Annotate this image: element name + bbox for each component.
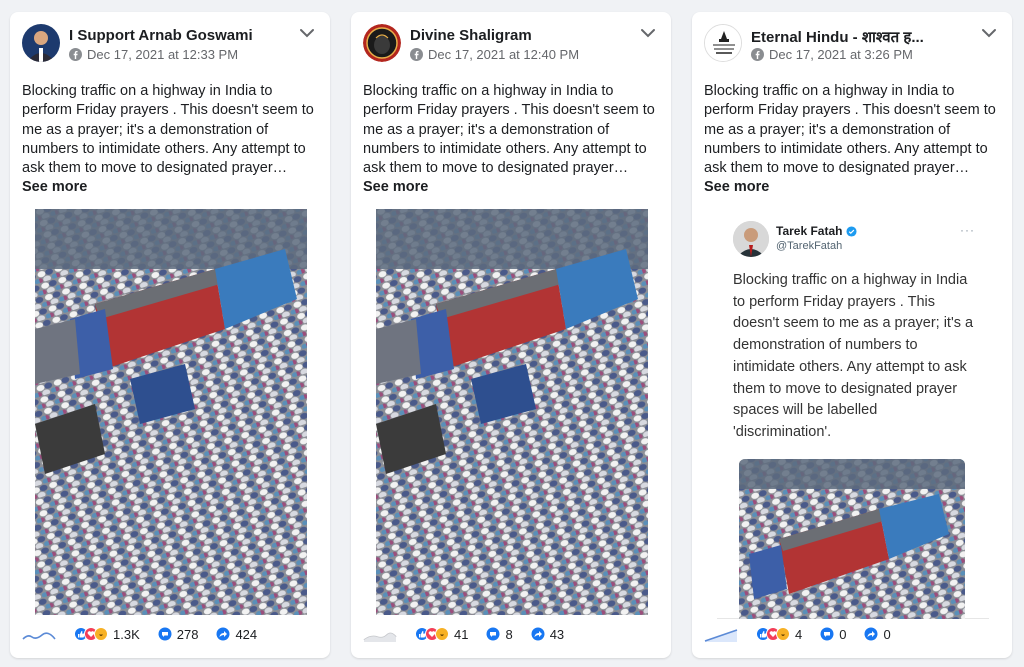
reactions-count: 41 <box>454 626 469 642</box>
reactions-count: 1.3K <box>113 626 140 642</box>
post-body: Blocking traffic on a highway in India t… <box>363 83 655 177</box>
post-timestamp[interactable]: Dec 17, 2021 at 3:26 PM <box>769 47 913 62</box>
post-card: Eternal Hindu - शाश्वत ह... Dec 17, 2021… <box>692 12 1012 658</box>
see-more-link[interactable]: See more <box>363 178 661 197</box>
reactions-stat[interactable]: 4 <box>756 627 802 642</box>
shares-stat[interactable]: 424 <box>216 627 257 642</box>
see-more-link[interactable]: See more <box>704 178 1002 197</box>
haha-icon <box>776 627 790 641</box>
sparkline-icon <box>22 632 56 640</box>
chevron-down-icon[interactable] <box>639 26 657 40</box>
page-avatar[interactable] <box>704 24 742 62</box>
post-meta: Dec 17, 2021 at 12:33 PM <box>69 47 238 62</box>
tweet-author-label: Tarek Fatah <box>776 224 843 238</box>
comment-bubble-icon <box>820 627 834 641</box>
tweet-author-avatar[interactable] <box>733 221 769 257</box>
post-text: Blocking traffic on a highway in India t… <box>363 82 661 198</box>
shares-stat[interactable]: 0 <box>864 626 891 642</box>
comments-count: 278 <box>176 626 199 642</box>
facebook-icon <box>410 48 423 61</box>
post-meta: Dec 17, 2021 at 3:26 PM <box>751 47 913 62</box>
chevron-down-icon[interactable] <box>980 26 998 40</box>
facebook-icon <box>69 48 82 61</box>
tweet-author-name[interactable]: Tarek Fatah <box>776 224 858 238</box>
comments-stat[interactable]: 8 <box>486 626 513 642</box>
chevron-down-icon[interactable] <box>298 26 316 40</box>
haha-icon <box>435 627 449 641</box>
share-arrow-icon <box>216 627 230 641</box>
post-timestamp[interactable]: Dec 17, 2021 at 12:40 PM <box>428 47 579 62</box>
like-love-haha-icons <box>74 627 108 641</box>
page-name[interactable]: Eternal Hindu - शाश्वत ह... <box>751 27 974 47</box>
comments-count: 8 <box>505 626 513 642</box>
page-avatar[interactable] <box>22 24 60 62</box>
verified-badge-icon <box>846 225 858 237</box>
see-more-link[interactable]: See more <box>22 178 320 197</box>
share-arrow-icon <box>864 627 878 641</box>
comment-bubble-icon <box>486 627 500 641</box>
comments-count: 0 <box>839 626 847 642</box>
post-text: Blocking traffic on a highway in India t… <box>22 82 320 198</box>
comment-bubble-icon <box>158 627 172 641</box>
reactions-stat[interactable]: 1.3K <box>74 627 140 642</box>
page-name[interactable]: Divine Shaligram <box>410 27 633 44</box>
post-photo[interactable] <box>376 209 648 615</box>
shares-stat[interactable]: 43 <box>531 627 564 642</box>
post-card: Divine Shaligram Dec 17, 2021 at 12:40 P… <box>351 12 671 658</box>
post-header: Eternal Hindu - शाश्वत ह... Dec 17, 2021… <box>704 24 1000 64</box>
post-card: I Support Arnab Goswami Dec 17, 2021 at … <box>10 12 330 658</box>
comments-stat[interactable]: 278 <box>158 626 199 642</box>
shares-count: 0 <box>883 626 891 642</box>
reactions-stat[interactable]: 41 <box>415 627 468 642</box>
tweet-author-handle[interactable]: @TarekFatah <box>776 240 842 252</box>
like-love-haha-icons <box>756 627 790 641</box>
post-text: Blocking traffic on a highway in India t… <box>704 82 1002 198</box>
tweet-text: Blocking traffic on a highway in India t… <box>733 272 974 440</box>
reactions-count: 4 <box>795 626 803 642</box>
share-arrow-icon <box>531 627 545 641</box>
page-name[interactable]: I Support Arnab Goswami <box>69 27 292 44</box>
post-footer: 4 0 0 <box>704 624 1000 644</box>
facebook-icon <box>751 48 764 61</box>
sparkline-icon <box>704 629 738 642</box>
page-avatar[interactable] <box>363 24 401 62</box>
comments-stat[interactable]: 0 <box>820 627 846 642</box>
post-body: Blocking traffic on a highway in India t… <box>704 83 996 177</box>
post-body: Blocking traffic on a highway in India t… <box>22 83 314 177</box>
post-footer: 1.3K 278 424 <box>22 624 318 644</box>
post-footer: 41 8 43 <box>363 624 659 644</box>
post-timestamp[interactable]: Dec 17, 2021 at 12:33 PM <box>87 47 238 62</box>
sparkline-icon <box>363 632 397 642</box>
post-photo[interactable] <box>35 209 307 615</box>
haha-icon <box>94 627 108 641</box>
shares-count: 43 <box>549 626 565 642</box>
post-header: I Support Arnab Goswami Dec 17, 2021 at … <box>22 24 318 64</box>
embedded-tweet[interactable]: Tarek Fatah @TarekFatah ··· Blocking tra… <box>717 209 989 619</box>
post-meta: Dec 17, 2021 at 12:40 PM <box>410 47 579 62</box>
tweet-more-icon[interactable]: ··· <box>960 223 975 237</box>
post-header: Divine Shaligram Dec 17, 2021 at 12:40 P… <box>363 24 659 64</box>
like-love-haha-icons <box>415 627 449 641</box>
tweet-photo[interactable] <box>739 459 965 619</box>
shares-count: 424 <box>235 626 258 642</box>
